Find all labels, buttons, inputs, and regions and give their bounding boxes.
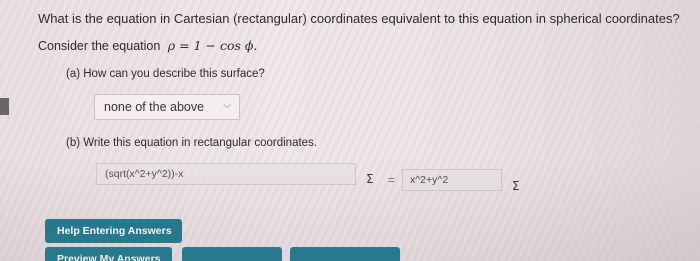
equation-math: ρ = 1 − cos ϕ.	[167, 38, 258, 53]
part-a-prompt: (a) How can you describe this surface?	[66, 68, 265, 80]
lhs-answer-input[interactable]: (sqrt(x^2+y^2))-x	[96, 163, 356, 185]
question-title: What is the equation in Cartesian (recta…	[38, 11, 680, 26]
chevron-down-icon: ⌵	[223, 100, 231, 111]
side-tab[interactable]	[0, 98, 9, 115]
preview-answers-button[interactable]: Preview My Answers	[45, 247, 172, 261]
rhs-answer-input[interactable]: x^2+y^2	[402, 169, 502, 191]
next-button[interactable]	[290, 247, 400, 261]
surface-select[interactable]: none of the above ⌵	[94, 94, 240, 120]
question-consider: Consider the equation ρ = 1 − cos ϕ.	[38, 38, 257, 53]
surface-select-value: none of the above	[104, 100, 205, 114]
equals-sign: =	[388, 173, 396, 187]
consider-label: Consider the equation	[38, 39, 161, 53]
part-b-prompt: (b) Write this equation in rectangular c…	[66, 137, 318, 149]
help-entering-answers-button[interactable]: Help Entering Answers	[45, 219, 182, 243]
equation-editor-icon[interactable]: Σ	[366, 172, 374, 186]
submit-button[interactable]	[182, 247, 282, 261]
equation-editor-icon-rhs[interactable]: Σ	[512, 179, 520, 193]
